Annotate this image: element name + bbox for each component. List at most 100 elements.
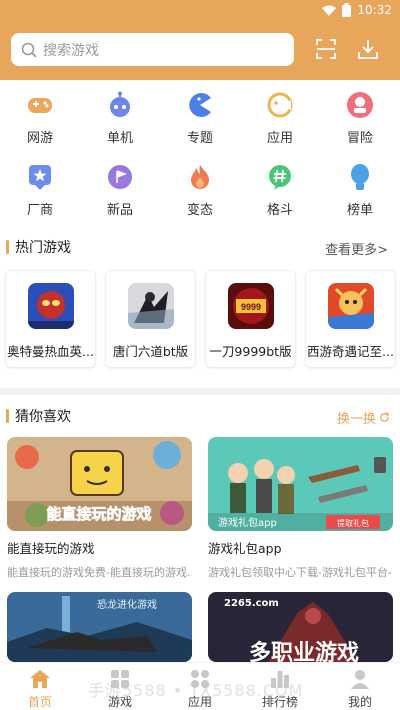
sword-9999-game-icon: 9999 xyxy=(227,283,274,329)
nav-profile[interactable]: 我的 xyxy=(320,663,400,710)
recommend-card[interactable]: 恐龙进化游戏 xyxy=(7,592,192,662)
nav-label: 游戏 xyxy=(107,695,132,709)
nav-label: 首页 xyxy=(27,695,52,709)
status-time: 10:32 xyxy=(357,3,392,17)
category-label: 新品 xyxy=(106,203,133,218)
category-label: 网游 xyxy=(26,131,53,146)
guess-title: 猜你喜欢 xyxy=(6,406,71,426)
recommend-card[interactable]: 能直接玩的游戏 能直接玩的游戏 能直接玩的游戏免费-能直接玩的游戏... xyxy=(7,437,192,580)
top-header: 10:32 搜索游戏 xyxy=(0,0,400,80)
journey-west-game-icon xyxy=(327,283,374,329)
banner-caption: 恐龙进化游戏 xyxy=(97,598,157,611)
category-online[interactable]: 网游 xyxy=(0,88,80,148)
nav-apps[interactable]: 应用 xyxy=(160,663,240,710)
guess-heading: 猜你喜欢 xyxy=(15,409,71,425)
nav-label: 应用 xyxy=(187,695,212,709)
banner-button: 提取礼包 xyxy=(337,518,369,528)
new-flag-icon xyxy=(106,163,134,191)
apps-icon xyxy=(191,670,209,688)
hash-icon xyxy=(266,163,294,191)
star-badge-icon xyxy=(26,163,54,191)
grid-icon xyxy=(111,670,129,688)
category-label: 格斗 xyxy=(266,203,293,218)
nav-home[interactable]: 首页 xyxy=(0,663,80,710)
section-accent-bar xyxy=(6,409,9,423)
search-icon xyxy=(21,42,37,58)
balloon-icon xyxy=(346,163,374,191)
nav-games[interactable]: 游戏 xyxy=(80,663,160,710)
category-rank[interactable]: 榜单 xyxy=(320,160,400,220)
category-fight[interactable]: 格斗 xyxy=(240,160,320,220)
scan-icon xyxy=(316,39,336,59)
ninja-game-icon xyxy=(127,283,174,329)
card-title: 游戏礼包app xyxy=(208,541,282,556)
search-input[interactable]: 搜索游戏 xyxy=(11,33,294,66)
category-label: 厂商 xyxy=(26,203,53,218)
banner-caption: 游戏礼包app xyxy=(218,516,277,529)
hot-game-card[interactable]: 9999 一刀9999bt版 xyxy=(205,270,296,368)
ultraman-game-icon xyxy=(27,283,74,329)
face-icon xyxy=(266,91,294,119)
hot-game-card[interactable]: 西游奇遇记至... xyxy=(305,270,396,368)
hot-game-name: 一刀9999bt版 xyxy=(209,344,292,359)
hot-game-card[interactable]: 奥特曼热血英... xyxy=(5,270,96,368)
category-adventure[interactable]: 冒险 xyxy=(320,88,400,148)
banner-caption: 能直接玩的游戏 xyxy=(46,505,151,523)
category-label: 榜单 xyxy=(346,203,373,218)
nav-label: 排行榜 xyxy=(261,695,298,709)
battery-icon xyxy=(342,3,352,17)
card-banner: 能直接玩的游戏 xyxy=(7,437,192,531)
rank-icon xyxy=(271,671,289,688)
nav-label: 我的 xyxy=(347,695,372,709)
card-description: 游戏礼包领取中心下载-游戏礼包平台-... xyxy=(208,566,393,579)
category-app[interactable]: 应用 xyxy=(240,88,320,148)
banner-caption: 多职业游戏 xyxy=(249,640,359,662)
view-more-link[interactable]: 查看更多> xyxy=(325,239,388,258)
recommend-card[interactable]: 游戏礼包app 提取礼包 游戏礼包app 游戏礼包领取中心下载-游戏礼包平台-.… xyxy=(208,437,393,580)
home-icon xyxy=(30,670,50,688)
status-bar: 10:32 xyxy=(322,0,392,20)
card-title: 能直接玩的游戏 xyxy=(7,541,95,556)
hot-game-name: 唐门六道bt版 xyxy=(112,344,189,359)
swap-label: 换一换 xyxy=(336,412,376,427)
section-divider xyxy=(0,388,400,395)
card-banner: 游戏礼包app 提取礼包 xyxy=(208,437,393,531)
category-label: 变态 xyxy=(186,203,213,218)
pacman-icon xyxy=(186,91,214,119)
scan-button[interactable] xyxy=(314,37,338,61)
hot-games-list: 奥特曼热血英... 唐门六道bt版 9999 一刀9999bt版 西游奇遇记至.… xyxy=(5,270,400,370)
gamepad-icon xyxy=(26,91,54,119)
card-description: 能直接玩的游戏免费-能直接玩的游戏... xyxy=(7,566,192,579)
category-label: 单机 xyxy=(106,131,133,146)
section-accent-bar xyxy=(6,240,9,254)
search-placeholder: 搜索游戏 xyxy=(43,42,99,59)
flame-icon xyxy=(186,163,214,191)
card-banner: 2265.com 多职业游戏 xyxy=(208,592,393,662)
category-topic[interactable]: 专题 xyxy=(160,88,240,148)
hot-game-card[interactable]: 唐门六道bt版 xyxy=(105,270,196,368)
user-icon xyxy=(351,670,369,689)
category-single[interactable]: 单机 xyxy=(80,88,160,148)
hot-games-heading: 热门游戏 xyxy=(15,240,71,256)
category-label: 应用 xyxy=(266,131,293,146)
recommend-card[interactable]: 2265.com 多职业游戏 xyxy=(208,592,393,662)
category-label: 专题 xyxy=(186,131,213,146)
category-new[interactable]: 新品 xyxy=(80,160,160,220)
swap-button[interactable]: 换一换 xyxy=(337,408,390,427)
category-vendor[interactable]: 厂商 xyxy=(0,160,80,220)
download-icon xyxy=(358,40,378,59)
category-bt[interactable]: 变态 xyxy=(160,160,240,220)
download-button[interactable] xyxy=(356,37,380,61)
banner-logo: 2265.com xyxy=(224,598,279,609)
card-banner: 恐龙进化游戏 xyxy=(7,592,192,662)
wifi-icon xyxy=(322,5,337,16)
hot-game-name: 西游奇遇记至... xyxy=(307,344,394,359)
hot-games-title: 热门游戏 xyxy=(6,237,71,257)
nav-rank[interactable]: 排行榜 xyxy=(240,663,320,710)
adventure-icon xyxy=(346,91,374,119)
refresh-icon xyxy=(380,412,389,422)
hot-game-name: 奥特曼热血英... xyxy=(7,344,94,359)
robot-icon xyxy=(106,91,134,119)
bottom-nav: 首页 游戏 应用 排行榜 我的 xyxy=(0,662,400,710)
category-label: 冒险 xyxy=(346,131,373,146)
